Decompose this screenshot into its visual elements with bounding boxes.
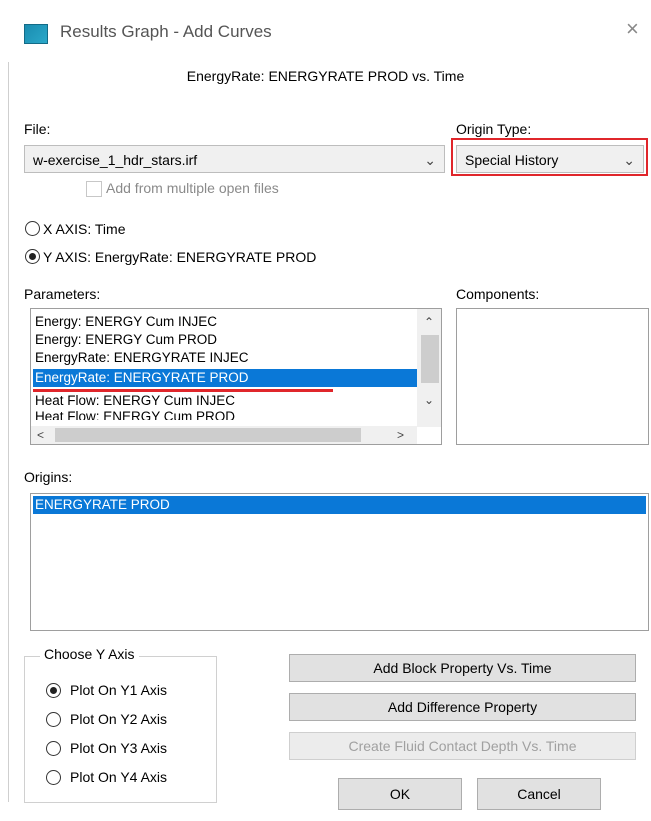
y4-axis-radio[interactable] [46,770,61,785]
chevron-down-icon: ⌄ [424,152,436,168]
list-item-selected[interactable]: EnergyRate: ENERGYRATE PROD [33,369,417,387]
scroll-thumb[interactable] [421,335,439,383]
x-axis-radio[interactable] [25,221,40,236]
cancel-button[interactable]: Cancel [477,778,601,810]
scroll-down-icon[interactable]: ⌄ [424,393,434,407]
y1-axis-label: Plot On Y1 Axis [70,682,168,698]
app-icon [24,24,48,44]
parameters-label: Parameters: [24,286,101,302]
origins-label: Origins: [24,469,73,485]
y3-axis-label: Plot On Y3 Axis [70,740,168,756]
y4-axis-label: Plot On Y4 Axis [70,769,168,785]
add-multiple-checkbox[interactable] [86,181,102,197]
scroll-right-icon[interactable]: > [397,428,404,442]
scroll-thumb[interactable] [55,428,361,442]
list-item[interactable]: Heat Flow: ENERGY Cum INJEC [35,392,235,410]
list-item[interactable]: Energy: ENERGY Cum INJEC [35,313,217,331]
choose-y-axis-title: Choose Y Axis [40,646,139,662]
chevron-down-icon: ⌄ [623,152,635,168]
y3-axis-radio[interactable] [46,741,61,756]
file-select[interactable]: w-exercise_1_hdr_stars.irf ⌄ [24,145,445,173]
origin-type-label: Origin Type: [456,121,532,137]
graph-subtitle: EnergyRate: ENERGYRATE PROD vs. Time [186,68,465,84]
add-difference-property-button[interactable]: Add Difference Property [289,693,636,721]
list-item-selected[interactable]: ENERGYRATE PROD [33,496,646,514]
y1-axis-radio[interactable] [46,683,61,698]
window-title: Results Graph - Add Curves [60,22,272,41]
components-list[interactable] [456,308,649,445]
y2-axis-radio[interactable] [46,712,61,727]
scroll-left-icon[interactable]: < [37,428,44,442]
list-item[interactable]: Energy: ENERGY Cum PROD [35,331,217,349]
ok-button[interactable]: OK [338,778,462,810]
y2-axis-label: Plot On Y2 Axis [70,711,168,727]
scroll-up-icon[interactable]: ⌃ [424,315,434,329]
origins-list[interactable]: ENERGYRATE PROD [30,493,649,631]
x-axis-label: X AXIS: Time [43,221,126,237]
list-item[interactable]: Heat Flow: ENERGY Cum PROD [35,410,235,420]
create-fluid-contact-depth-button[interactable]: Create Fluid Contact Depth Vs. Time [289,732,636,760]
add-multiple-label: Add from multiple open files [106,180,279,196]
parameters-vertical-scrollbar[interactable]: ⌃ ⌄ [417,309,441,427]
origin-type-select[interactable]: Special History ⌄ [456,145,644,173]
parameters-list[interactable]: Energy: ENERGY Cum INJEC Energy: ENERGY … [30,308,442,445]
file-select-value: w-exercise_1_hdr_stars.irf [33,152,198,168]
list-item[interactable]: EnergyRate: ENERGYRATE INJEC [35,349,249,367]
origin-type-value: Special History [465,152,559,168]
y-axis-label: Y AXIS: EnergyRate: ENERGYRATE PROD [43,249,317,265]
y-axis-radio[interactable] [25,249,40,264]
components-label: Components: [456,286,540,302]
close-icon[interactable]: × [626,16,639,42]
window-edge [0,62,9,802]
add-block-property-button[interactable]: Add Block Property Vs. Time [289,654,636,682]
parameters-horizontal-scrollbar[interactable]: < > [31,426,417,444]
file-label: File: [24,121,51,137]
